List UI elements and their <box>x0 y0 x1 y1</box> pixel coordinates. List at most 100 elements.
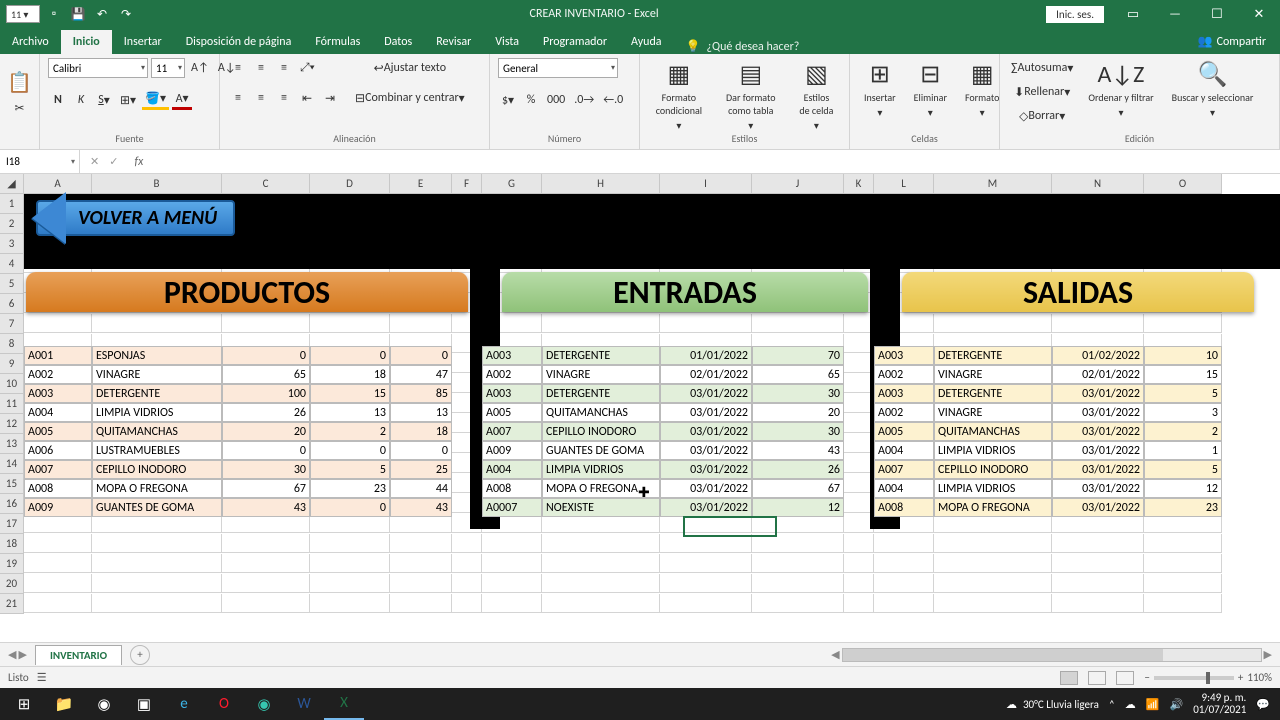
tray-wifi-icon[interactable]: 📶 <box>1146 698 1160 711</box>
accessibility-icon[interactable]: ☰ <box>37 671 47 684</box>
cell-I11[interactable] <box>660 394 752 413</box>
cell-D18[interactable] <box>310 534 390 553</box>
cell-D8[interactable] <box>310 334 390 353</box>
taskbar-word-icon[interactable]: W <box>284 688 324 720</box>
row-header-12[interactable]: 12 <box>0 414 24 434</box>
italic-button[interactable]: K <box>71 90 91 110</box>
clear-button[interactable]: ◇ Borrar ▾ <box>1008 106 1076 126</box>
cell-H17[interactable] <box>542 514 660 533</box>
sheet-tab-inventario[interactable]: INVENTARIO <box>35 645 122 665</box>
cut-icon[interactable]: ✂ <box>10 98 30 118</box>
cell-N13[interactable] <box>1052 434 1144 453</box>
col-header-M[interactable]: M <box>934 174 1052 194</box>
cell-B9[interactable] <box>92 354 222 373</box>
cell-G11[interactable] <box>482 394 542 413</box>
cell-K3[interactable] <box>844 234 874 253</box>
col-header-H[interactable]: H <box>542 174 660 194</box>
cell-N12[interactable] <box>1052 414 1144 433</box>
cell-B8[interactable] <box>92 334 222 353</box>
inc-decimal-icon[interactable]: .0→ <box>571 90 597 110</box>
tell-me[interactable]: 💡¿Qué desea hacer? <box>686 39 800 54</box>
cell-D6[interactable] <box>310 294 390 313</box>
paste-button[interactable]: 📋 <box>4 72 35 92</box>
format-cells-button[interactable]: ▦Formato▾ <box>959 58 1005 128</box>
cell-E9[interactable] <box>390 354 452 373</box>
col-header-E[interactable]: E <box>390 174 452 194</box>
align-left-icon[interactable]: ≡ <box>228 88 248 108</box>
taskbar-opera-icon[interactable]: O <box>204 688 244 720</box>
cell-H16[interactable] <box>542 494 660 513</box>
qat-redo-icon[interactable]: ↷ <box>116 4 136 24</box>
cell-H9[interactable] <box>542 354 660 373</box>
orientation-icon[interactable]: ⤢▾ <box>297 58 318 78</box>
cell-L13[interactable] <box>874 434 934 453</box>
cell-O5[interactable] <box>1144 274 1222 293</box>
cell-C18[interactable] <box>222 534 310 553</box>
cell-D21[interactable] <box>310 594 390 613</box>
col-header-C[interactable]: C <box>222 174 310 194</box>
qat-save-icon[interactable]: 💾 <box>68 4 88 24</box>
cell-H8[interactable] <box>542 334 660 353</box>
view-page-break-icon[interactable] <box>1116 671 1134 685</box>
row-header-10[interactable]: 10 <box>0 374 24 394</box>
cell-styles-button[interactable]: ▧Estilos de celda▾ <box>792 58 841 128</box>
cell-E2[interactable] <box>390 214 452 233</box>
insert-cells-button[interactable]: ⊞Insertar▾ <box>858 58 902 128</box>
cell-M4[interactable] <box>934 254 1052 273</box>
currency-icon[interactable]: $▾ <box>498 90 518 110</box>
cell-I18[interactable] <box>660 534 752 553</box>
cell-J16[interactable] <box>752 494 844 513</box>
cell-C17[interactable] <box>222 514 310 533</box>
cell-F4[interactable] <box>452 254 482 273</box>
cell-E21[interactable] <box>390 594 452 613</box>
cell-K13[interactable] <box>844 434 874 453</box>
row-header-16[interactable]: 16 <box>0 494 24 514</box>
cell-E14[interactable] <box>390 454 452 473</box>
cell-K16[interactable] <box>844 494 874 513</box>
align-middle-icon[interactable]: ≡ <box>251 58 271 78</box>
cell-N1[interactable] <box>1052 194 1144 213</box>
cell-A11[interactable] <box>24 394 92 413</box>
autosum-button[interactable]: ∑ Autosuma ▾ <box>1008 58 1076 78</box>
cell-L9[interactable] <box>874 354 934 373</box>
cell-D15[interactable] <box>310 474 390 493</box>
cell-M5[interactable] <box>934 274 1052 293</box>
align-right-icon[interactable]: ≡ <box>274 88 294 108</box>
tray-up-icon[interactable]: ˄ <box>1109 698 1115 711</box>
cell-N19[interactable] <box>1052 554 1144 573</box>
start-button[interactable]: ⊞ <box>4 688 44 720</box>
hscroll-thumb[interactable] <box>843 649 1163 661</box>
cell-H14[interactable] <box>542 454 660 473</box>
col-header-N[interactable]: N <box>1052 174 1144 194</box>
cell-I4[interactable] <box>660 254 752 273</box>
cell-C3[interactable] <box>222 234 310 253</box>
cell-B13[interactable] <box>92 434 222 453</box>
qat-new-icon[interactable]: ▫ <box>44 4 64 24</box>
cell-N2[interactable] <box>1052 214 1144 233</box>
cell-J17[interactable] <box>752 514 844 533</box>
taskbar-explorer-icon[interactable]: 📁 <box>44 688 84 720</box>
tab-vista[interactable]: Vista <box>483 30 531 54</box>
cell-F16[interactable] <box>452 494 482 513</box>
cell-I17[interactable] <box>660 514 752 533</box>
cell-H5[interactable] <box>542 274 660 293</box>
cell-G4[interactable] <box>482 254 542 273</box>
find-select-button[interactable]: 🔍Buscar y seleccionar▾ <box>1166 58 1260 128</box>
cell-H6[interactable] <box>542 294 660 313</box>
tab-revisar[interactable]: Revisar <box>424 30 483 54</box>
cell-H18[interactable] <box>542 534 660 553</box>
cell-L18[interactable] <box>874 534 934 553</box>
cell-N17[interactable] <box>1052 514 1144 533</box>
cell-D14[interactable] <box>310 454 390 473</box>
cell-G8[interactable] <box>482 334 542 353</box>
cell-C19[interactable] <box>222 554 310 573</box>
cell-I2[interactable] <box>660 214 752 233</box>
cell-I7[interactable] <box>660 314 752 333</box>
cell-L10[interactable] <box>874 374 934 393</box>
cell-F3[interactable] <box>452 234 482 253</box>
cell-A21[interactable] <box>24 594 92 613</box>
cell-E18[interactable] <box>390 534 452 553</box>
cell-C7[interactable] <box>222 314 310 333</box>
cell-K15[interactable] <box>844 474 874 493</box>
cell-E4[interactable] <box>390 254 452 273</box>
